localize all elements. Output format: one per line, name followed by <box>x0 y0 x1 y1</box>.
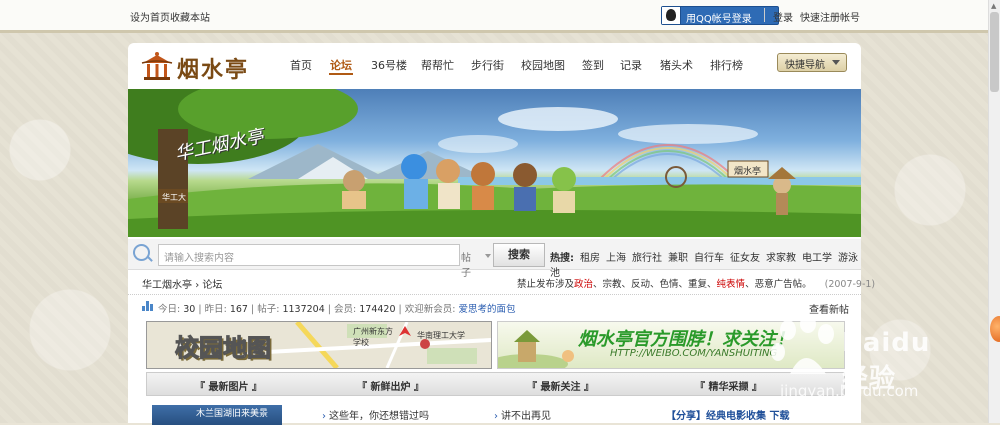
qq-login-label: 用QQ帐号登录 <box>686 14 752 25</box>
banner-illustration <box>128 89 861 237</box>
active-nav-indicator <box>329 73 353 75</box>
nav-home[interactable]: 首页 <box>290 57 312 73</box>
breadcrumb-current[interactable]: 论坛 <box>202 280 222 291</box>
nav-forum[interactable]: 论坛 <box>330 57 352 73</box>
notice-highlight: 纯表情 <box>716 279 746 290</box>
bookmark-link[interactable]: 收藏本站 <box>170 9 210 24</box>
banner-left-sign: 华工大 <box>162 193 186 202</box>
forum-notice: 禁止发布涉及政治、宗教、反动、色情、重复、纯表情、恶意广告帖。 (2007-9-… <box>517 276 875 290</box>
hot-word[interactable]: 征女友 <box>730 253 760 264</box>
tab-fresh[interactable]: 『 新鲜出炉 』 <box>357 378 424 393</box>
hot-word[interactable]: 上海 <box>606 253 626 264</box>
campus-map-title: 校园地图 <box>175 334 272 363</box>
tab-latest-photos[interactable]: 『 最新图片 』 <box>195 378 262 393</box>
map-label: 华南理工大学 <box>417 331 465 340</box>
tab-latest-follow[interactable]: 『 最新关注 』 <box>527 378 594 393</box>
watermark-url: jingyan.baidu.com <box>780 382 919 400</box>
search-input[interactable]: 请输入搜索内容 帖子 <box>158 244 491 279</box>
breadcrumb-separator: › <box>195 280 200 291</box>
hot-word[interactable]: 兼职 <box>668 253 688 264</box>
pavilion-icon <box>141 52 173 80</box>
new-member-link[interactable]: 爱思考的面包 <box>458 304 515 315</box>
breadcrumb-home[interactable]: 华工烟水亭 <box>142 280 192 291</box>
divider <box>764 8 765 22</box>
qq-login-button[interactable]: 用QQ帐号登录 <box>661 6 779 25</box>
photo-caption: 木兰国湖旧来美景 <box>196 409 269 419</box>
nav-checkin[interactable]: 签到 <box>582 57 604 73</box>
vertical-scrollbar[interactable]: ▲ <box>988 0 1000 423</box>
hot-word[interactable]: 求家教 <box>766 253 796 264</box>
list-item[interactable]: 这些年，你还想错过吗 <box>322 407 429 422</box>
top-bar: 设为首页 收藏本站 用QQ帐号登录 登录 快速注册帐号 <box>0 0 988 33</box>
nav-campus-map[interactable]: 校园地图 <box>521 57 565 73</box>
baidu-paw-icon <box>771 316 834 374</box>
quick-nav-label: 快捷导航 <box>785 60 825 71</box>
nav-walking-street[interactable]: 步行街 <box>471 57 504 73</box>
posts-label: 帖子: <box>257 304 280 315</box>
welcome-label: 欢迎新会员: <box>404 304 456 315</box>
notice-date: (2007-9-1) <box>824 279 876 290</box>
main-container: 烟水亭 首页 论坛 36号楼 帮帮忙 步行街 校园地图 签到 记录 猪头术 排行… <box>128 43 875 425</box>
nav-records[interactable]: 记录 <box>620 57 642 73</box>
map-label: 广州新东方学校 <box>353 327 393 347</box>
site-logo[interactable]: 烟水亭 <box>141 49 261 83</box>
hot-word[interactable]: 电工学 <box>802 253 832 264</box>
members-label: 会员: <box>334 304 357 315</box>
quick-nav-dropdown[interactable]: 快捷导航 <box>777 53 847 72</box>
search-button[interactable]: 搜索 <box>493 243 545 267</box>
logo-text: 烟水亭 <box>177 57 250 83</box>
breadcrumb-row: 华工烟水亭 › 论坛 禁止发布涉及政治、宗教、反动、色情、重复、纯表情、恶意广告… <box>128 270 875 295</box>
set-home-link[interactable]: 设为首页 <box>130 9 170 24</box>
breadcrumb: 华工烟水亭 › 论坛 <box>142 276 222 291</box>
register-link[interactable]: 快速注册帐号 <box>800 9 860 24</box>
tab-digest[interactable]: 『 精华采撷 』 <box>695 378 762 393</box>
hot-word[interactable]: 租房 <box>580 253 600 264</box>
notice-text: 、恶意广告帖。 <box>745 279 812 290</box>
list-item[interactable]: 讲不出再见 <box>494 407 551 422</box>
search-bar: 请输入搜索内容 帖子 搜索 热搜: 租房 上海 旅行社 兼职 自行车 征女友 求家教 电工学 游泳… <box>128 239 861 279</box>
nav-help[interactable]: 帮帮忙 <box>421 57 454 73</box>
forum-stats: 今日: 30 | 昨日: 167 | 帖子: 1137204 | 会员: 174… <box>158 304 516 315</box>
content-tabs-bar: 『 最新图片 』 『 新鲜出炉 』 『 最新关注 』 『 精华采撷 』 <box>146 372 845 396</box>
banner-right-sign: 烟水亭 <box>734 167 762 177</box>
login-link[interactable]: 登录 <box>773 9 793 24</box>
notice-text: 禁止发布涉及 <box>517 279 575 290</box>
hot-word[interactable]: 自行车 <box>694 253 724 264</box>
qq-icon <box>662 7 681 24</box>
search-icon <box>133 244 150 261</box>
latest-photo-thumbnail[interactable]: 木兰国湖旧来美景 <box>152 405 282 425</box>
search-placeholder: 请输入搜索内容 <box>164 253 234 264</box>
campus-map-ad[interactable]: 校园地图 广州新东方学校 华南理工大学 <box>146 321 492 369</box>
today-label: 今日: <box>158 304 181 315</box>
nav-pig-head[interactable]: 猪头术 <box>660 57 693 73</box>
chevron-down-icon[interactable] <box>485 254 491 258</box>
nav-ranking[interactable]: 排行榜 <box>710 57 743 73</box>
chevron-down-icon <box>832 60 840 65</box>
content-lists: 木兰国湖旧来美景 这些年，你还想错过吗 讲不出再见 【分享】经典电影收集 下载 <box>146 395 843 425</box>
nav-building-36[interactable]: 36号楼 <box>371 57 407 73</box>
header-banner: 华工烟水亭 华工大 烟水亭 <box>128 89 861 237</box>
hot-word[interactable]: 旅行社 <box>632 253 662 264</box>
forum-stats-row: 今日: 30 | 昨日: 167 | 帖子: 1137204 | 会员: 174… <box>128 295 861 317</box>
yesterday-label: 昨日: <box>204 304 227 315</box>
hot-search-label: 热搜: <box>550 253 574 264</box>
posts-count: 1137204 <box>282 304 325 315</box>
yesterday-count: 167 <box>229 304 248 315</box>
stats-chart-icon <box>142 301 153 311</box>
members-count: 174420 <box>359 304 396 315</box>
scrollbar-thumb[interactable] <box>990 12 999 92</box>
baidu-watermark: Baidu经验 jingyan.baidu.com <box>760 310 950 423</box>
notice-highlight: 政治 <box>574 279 594 290</box>
notice-text: 、宗教、反动、色情、重复、 <box>593 279 717 290</box>
weibo-url: HTTP://WEIBO.COM/YANSHUITING <box>610 348 778 359</box>
today-count: 30 <box>183 304 196 315</box>
scroll-up-icon[interactable]: ▲ <box>991 2 996 10</box>
